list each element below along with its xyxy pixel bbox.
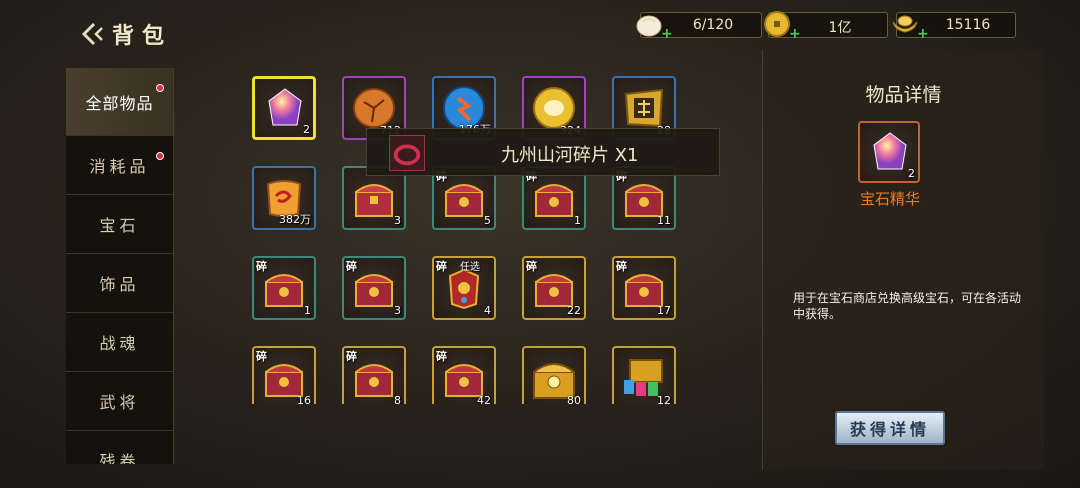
item-slot[interactable]: 碎 8 [342,346,406,404]
stamina-counter[interactable]: + 6/120 [636,12,762,42]
notification-dot [156,84,164,92]
item-slot[interactable]: 2 [252,76,316,140]
item-count: 16 [297,394,311,404]
chest-fragment-icon [445,184,483,217]
item-count: 3 [394,214,401,227]
item-count: 11 [657,214,671,227]
item-count: 2 [908,167,915,180]
ingot-counter[interactable]: + 15116 [892,12,1016,42]
item-slot[interactable]: 382万 [252,166,316,230]
item-slot[interactable]: 碎 16 [252,346,316,404]
tab-label: 战魂 [99,334,140,353]
coin-counter[interactable]: + 1亿 [764,11,888,42]
item-count: 2 [303,123,310,136]
item-slot[interactable]: 碎 1 [252,256,316,320]
tab-label: 全部物品 [85,93,154,113]
tab-label: 消耗品 [89,157,150,176]
item-detail-panel: 物品详情 2 宝石精华 用于在宝石商店兑换高级宝石，可在各活动中获得。 获得详情 [762,50,1044,470]
tab-label: 宝石 [99,216,140,235]
optional-tag: 任选 [460,262,480,273]
back-button[interactable]: 背包 [82,18,172,50]
item-count: 1 [574,214,581,227]
notification-dot [156,152,164,160]
fragment-tag: 碎 [346,260,357,273]
obtain-details-button[interactable]: 获得详情 [835,411,945,445]
item-count: 5 [484,214,491,227]
item-count: 382万 [279,213,311,226]
item-slot[interactable]: 碎 3 [342,256,406,320]
detail-title: 物品详情 [865,84,942,106]
detail-item-slot: 2 [858,121,920,183]
fragment-tag: 碎 [526,260,537,273]
tab-generals[interactable]: 武将 [66,372,173,431]
chest-fragment-icon [535,184,573,217]
item-slot[interactable]: 碎 17 [612,256,676,320]
chest-icon [355,184,393,217]
fragment-tag: 碎 [436,350,447,363]
tab-all-items[interactable]: 全部物品 [66,68,173,136]
item-count: 1 [304,304,311,317]
chest-fragment-icon [355,364,393,397]
ingot-value: 15116 [945,17,991,33]
chest-fragment-icon [355,274,393,307]
item-slot[interactable]: 80 [522,346,586,404]
tab-consumables[interactable]: 消耗品 [66,136,173,195]
item-obtained-toast: 九州山河碎片 X1 [366,128,720,176]
fragment-tag: 碎 [256,350,267,363]
detail-item-name: 宝石精华 [859,190,920,208]
item-slot[interactable]: 碎 22 [522,256,586,320]
item-count: 42 [477,394,491,404]
tab-label: 饰品 [99,275,140,294]
tab-scrolls[interactable]: 残卷 [66,431,173,464]
tab-label: 武将 [99,393,140,412]
tab-accessories[interactable]: 饰品 [66,254,173,313]
item-count: 80 [567,394,581,404]
item-count: 4 [484,304,491,317]
top-bar: 背包 + 6/120 + 1亿 + 15116 [0,0,1080,52]
fragment-tag: 碎 [436,260,447,273]
gem-essence-icon [268,88,302,126]
fragment-tag: 碎 [346,350,357,363]
item-slot[interactable]: 碎 42 [432,346,496,404]
item-count: 8 [394,394,401,404]
item-count: 22 [567,304,581,317]
item-count: 3 [394,304,401,317]
detail-description: 用于在宝石商店兑换高级宝石，可在各活动中获得。 [793,291,1022,321]
ring-icon [393,144,421,166]
item-grid: 2 712 176万 324 28 3 [252,76,682,404]
chest-fragment-icon [265,274,303,307]
item-slot[interactable]: 碎 任选 4 [432,256,496,320]
page-title: 背包 [112,23,173,49]
tab-war-souls[interactable]: 战魂 [66,313,173,372]
item-count: 12 [657,394,671,404]
coin-value: 1亿 [828,20,852,36]
tab-label: 残卷 [99,452,140,464]
fragment-tag: 碎 [256,260,267,273]
item-slot[interactable]: 12 [612,346,676,404]
category-sidebar: 全部物品 消耗品 宝石 饰品 战魂 武将 残卷 [66,68,174,464]
gem-essence-icon [873,132,907,170]
stamina-value: 6/120 [692,17,734,33]
item-count: 17 [657,304,671,317]
tab-gems[interactable]: 宝石 [66,195,173,254]
fragment-item-icon [389,135,425,171]
back-arrow-icon [82,22,103,46]
fragment-tag: 碎 [616,260,627,273]
toast-text: 九州山河碎片 X1 [501,145,639,166]
